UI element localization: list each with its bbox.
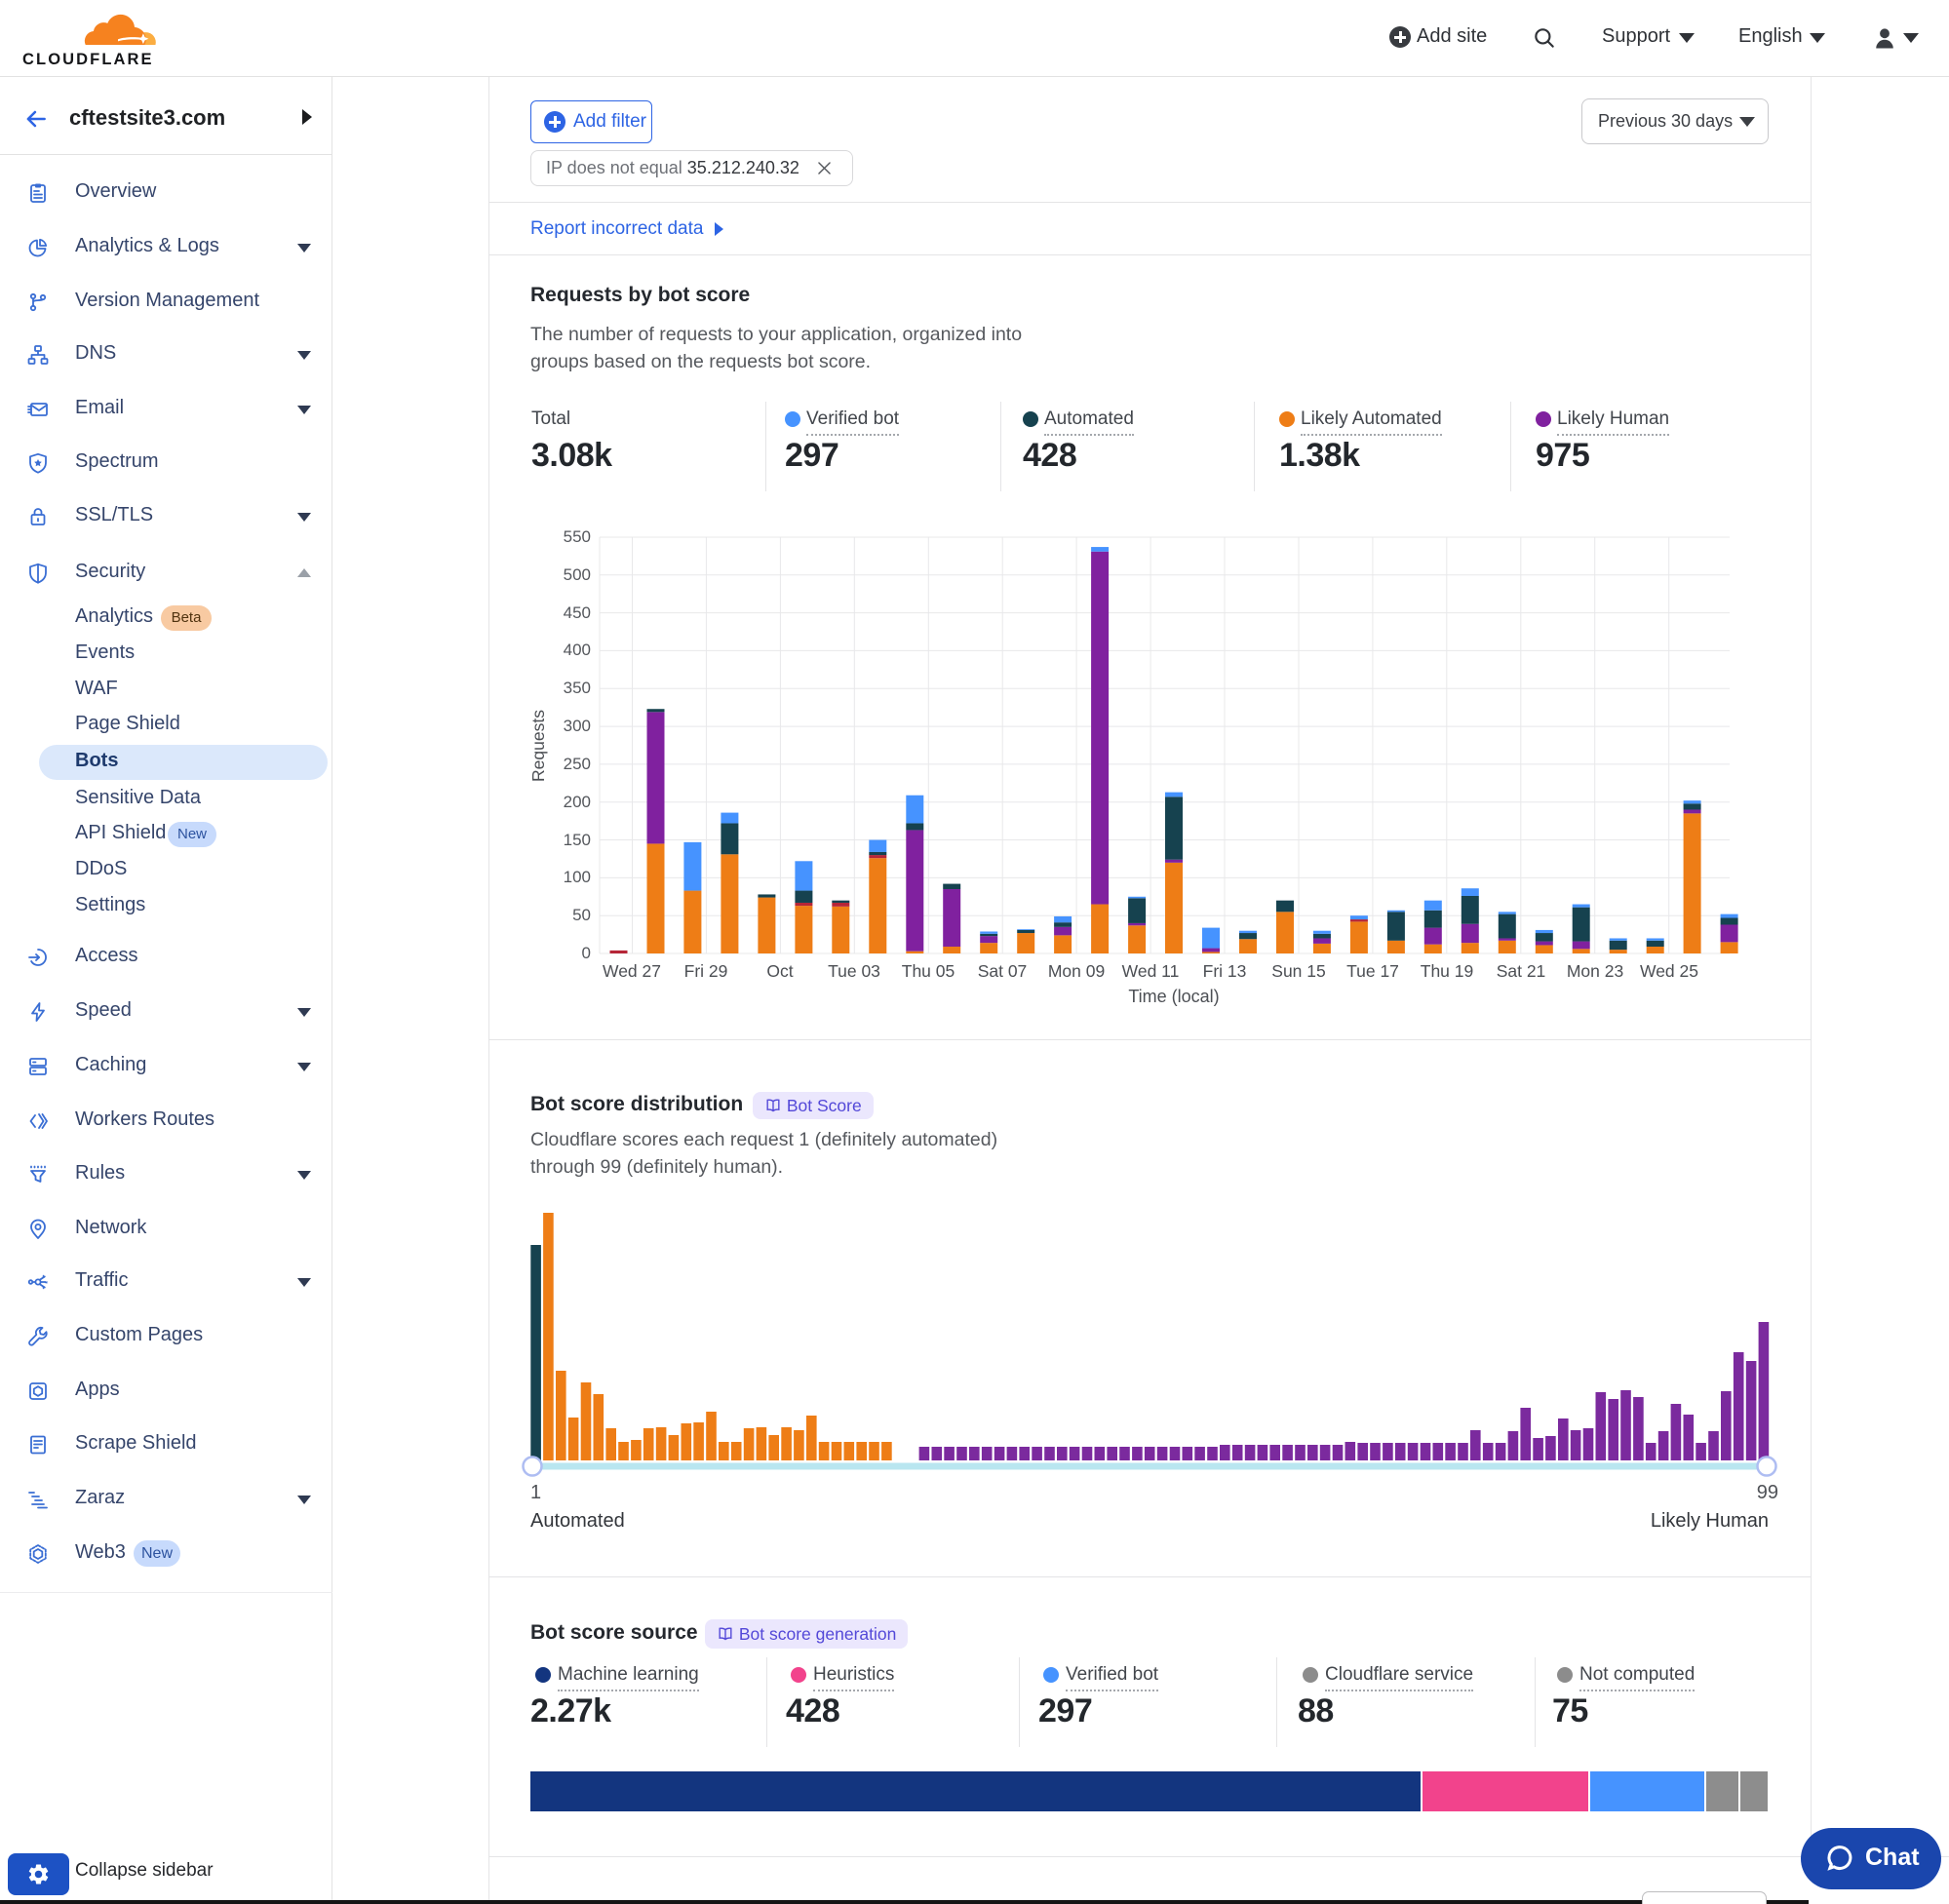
svg-text:CLOUDFLARE: CLOUDFLARE — [22, 51, 154, 68]
